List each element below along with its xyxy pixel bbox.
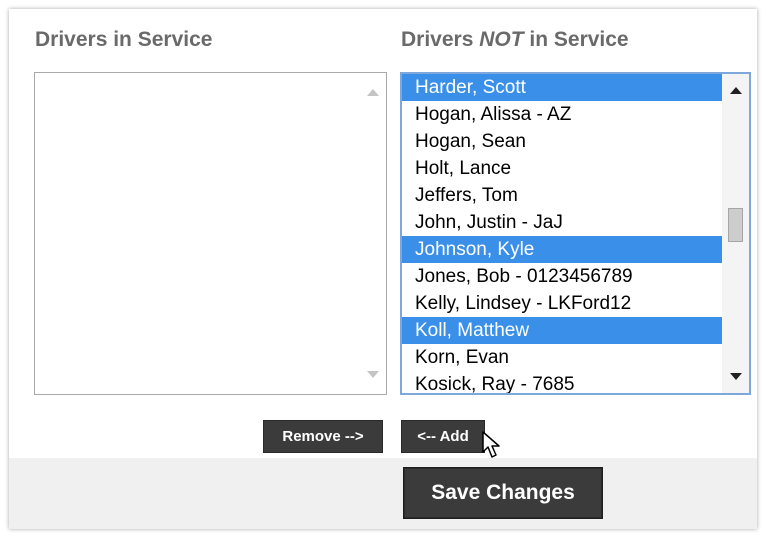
drivers-in-service-options <box>35 73 359 394</box>
driver-assignment-panel: Drivers in Service Drivers NOT in Servic… <box>9 9 757 529</box>
driver-option[interactable]: Kosick, Ray - 7685 <box>402 371 722 393</box>
heading-suffix: in Service <box>523 28 629 51</box>
save-changes-button[interactable]: Save Changes <box>404 468 602 518</box>
mouse-cursor-icon <box>482 431 500 458</box>
drivers-in-service-listbox[interactable] <box>34 72 387 395</box>
in-service-scrollbar[interactable] <box>359 73 386 394</box>
not-in-service-scrollbar[interactable] <box>722 74 749 393</box>
scroll-up-arrow-icon[interactable] <box>730 87 742 94</box>
driver-option[interactable]: Hogan, Sean <box>402 128 722 155</box>
scroll-down-arrow-icon[interactable] <box>730 373 742 380</box>
driver-option[interactable]: Hogan, Alissa - AZ <box>402 101 722 128</box>
driver-option[interactable]: John, Justin - JaJ <box>402 209 722 236</box>
driver-option[interactable]: Jeffers, Tom <box>402 182 722 209</box>
scroll-down-arrow-icon[interactable] <box>367 371 379 378</box>
heading-prefix: Drivers <box>401 28 480 51</box>
driver-option[interactable]: Korn, Evan <box>402 344 722 371</box>
driver-option[interactable]: Holt, Lance <box>402 155 722 182</box>
drivers-not-in-service-heading: Drivers NOT in Service <box>401 28 629 52</box>
scroll-up-arrow-icon[interactable] <box>367 89 379 96</box>
heading-emphasis: NOT <box>479 28 524 51</box>
driver-option[interactable]: Harder, Scott <box>402 74 722 101</box>
footer-bar <box>9 458 757 529</box>
drivers-in-service-heading: Drivers in Service <box>35 28 213 51</box>
driver-option[interactable]: Koll, Matthew <box>402 317 722 344</box>
driver-option[interactable]: Jones, Bob - 0123456789 <box>402 263 722 290</box>
scrollbar-thumb[interactable] <box>728 208 743 242</box>
driver-option[interactable]: Johnson, Kyle <box>402 236 722 263</box>
drivers-not-in-service-options: Harder, Scott Hogan, Alissa - AZ Hogan, Se… <box>402 74 722 393</box>
driver-option[interactable]: Kelly, Lindsey - LKFord12 <box>402 290 722 317</box>
drivers-not-in-service-listbox[interactable]: Harder, Scott Hogan, Alissa - AZ Hogan, Se… <box>400 72 751 395</box>
add-button[interactable]: <-- Add <box>401 420 485 453</box>
remove-button[interactable]: Remove --> <box>263 420 383 453</box>
